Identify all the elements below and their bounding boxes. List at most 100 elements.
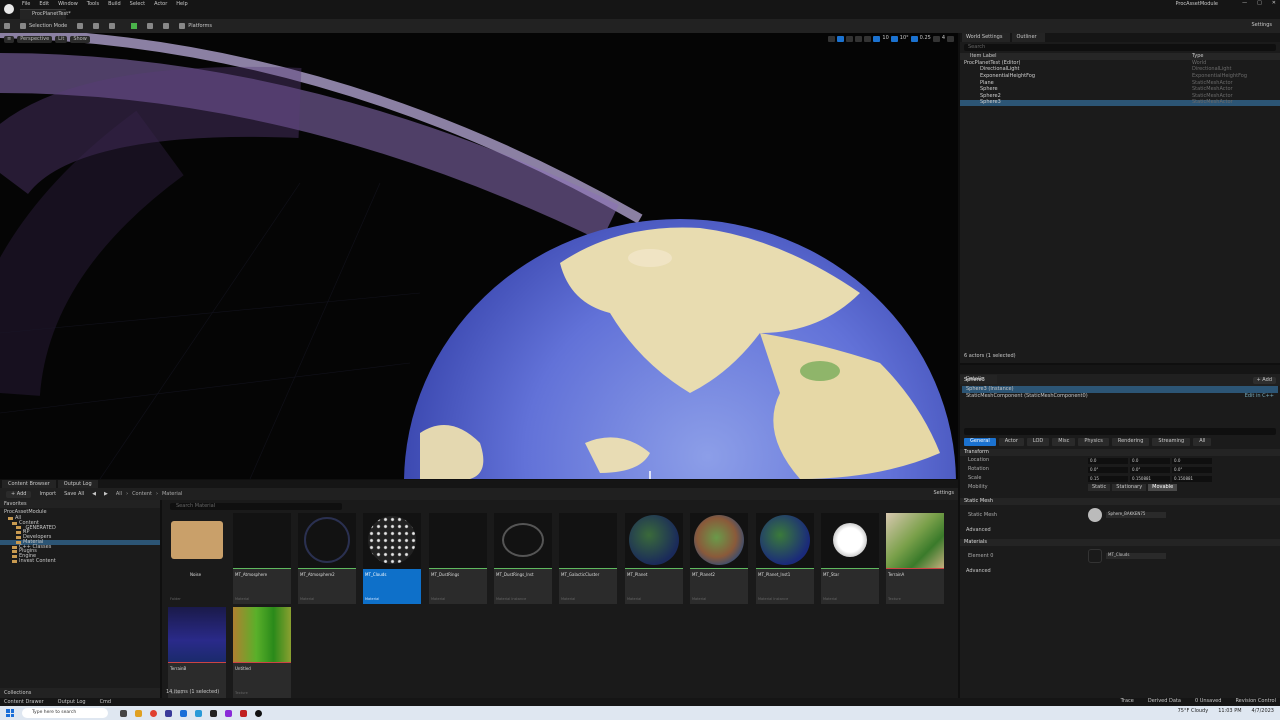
level-tab[interactable]: ProcPlanetTest*	[20, 9, 71, 19]
scale-x-field[interactable]: 0.15	[1088, 475, 1128, 482]
menu-window[interactable]: Window	[58, 2, 78, 7]
menu-actor[interactable]: Actor	[154, 2, 167, 7]
cmd-input[interactable]: Cmd	[100, 699, 112, 705]
back-icon[interactable]: ◀	[92, 491, 96, 497]
category-actor[interactable]: Actor	[998, 438, 1024, 446]
tree-item[interactable]: Invest Content	[0, 559, 160, 564]
tab-output-log[interactable]: Output Log	[57, 480, 98, 488]
outliner-row[interactable]: Sphere StaticMeshActor	[960, 86, 1280, 93]
material-dropdown[interactable]: MT_Clouds	[1106, 553, 1166, 559]
transform-gizmo-icon[interactable]	[646, 469, 674, 479]
selection-mode-dropdown[interactable]: Selection Mode	[20, 23, 67, 29]
menu-file[interactable]: File	[22, 2, 30, 7]
minimize-icon[interactable]: —	[1242, 1, 1247, 6]
toolbar-settings-button[interactable]: Settings	[1251, 23, 1272, 28]
category-streaming[interactable]: Streaming	[1152, 438, 1191, 446]
add-component-button[interactable]: + Add	[1252, 376, 1276, 384]
asset-tile[interactable]: MT_DustRings Material	[429, 513, 487, 604]
world-local-icon[interactable]	[864, 36, 872, 42]
rotation-x-field[interactable]: 0.0°	[1088, 466, 1128, 473]
outliner-search-input[interactable]: Search	[964, 44, 1276, 51]
rotation-snap-value[interactable]: 10°	[900, 36, 909, 42]
scale-snap-icon[interactable]	[910, 36, 918, 42]
details-search-input[interactable]	[964, 428, 1276, 435]
app-icon[interactable]	[255, 709, 262, 717]
actor-name[interactable]: Sphere3	[964, 377, 985, 383]
breadcrumb-material[interactable]: Material	[162, 491, 182, 497]
category-physics[interactable]: Physics	[1078, 438, 1109, 446]
edge-icon[interactable]	[180, 709, 187, 717]
component-row[interactable]: StaticMeshComponent (StaticMeshComponent…	[962, 393, 1278, 400]
add-button[interactable]: + Add	[6, 490, 32, 498]
asset-tile[interactable]: TerrainA Texture	[886, 513, 944, 604]
stop-button[interactable]	[163, 23, 170, 29]
menu-edit[interactable]: Edit	[39, 2, 49, 7]
edit-in-cpp-link[interactable]: Edit in C++	[1245, 394, 1274, 399]
asset-tile[interactable]: MT_GalacticCluster Material	[559, 513, 617, 604]
blueprint-icon[interactable]	[93, 23, 100, 29]
asset-tile[interactable]: MT_Planet_Inst1 Material Instance	[756, 513, 814, 604]
taskbar-search-input[interactable]: Type here to search	[22, 708, 108, 718]
outliner-row[interactable]: ExponentialHeightFog ExponentialHeightFog	[960, 73, 1280, 80]
category-misc[interactable]: Misc	[1052, 438, 1076, 446]
chrome-icon[interactable]	[150, 709, 157, 717]
section-transform[interactable]: Transform	[960, 449, 1280, 456]
section-materials[interactable]: Materials	[960, 539, 1280, 546]
tab-outliner[interactable]: Outliner	[1012, 33, 1045, 42]
cb-settings-button[interactable]: Settings	[933, 491, 954, 496]
grid-snap-value[interactable]: 10	[882, 36, 888, 42]
tab-world-settings[interactable]: World Settings	[962, 33, 1011, 42]
viewport-options-button[interactable]: ≡	[4, 36, 15, 43]
unreal-logo-icon[interactable]	[2, 2, 16, 16]
instance-row[interactable]: Sphere3 (Instance)	[962, 386, 1278, 393]
advanced-expander[interactable]: Advanced	[960, 525, 1280, 536]
import-button[interactable]: Import	[39, 491, 56, 497]
scale-z-field[interactable]: 0.150881	[1172, 475, 1212, 482]
camera-speed-icon[interactable]	[932, 36, 940, 42]
rotation-z-field[interactable]: 0.0°	[1172, 466, 1212, 473]
pause-button[interactable]	[147, 23, 154, 29]
asset-tile[interactable]: MT_Planet Material	[625, 513, 683, 604]
mesh-thumbnail[interactable]	[1088, 508, 1102, 522]
mobility-static[interactable]: Static	[1088, 484, 1111, 491]
section-static-mesh[interactable]: Static Mesh	[960, 498, 1280, 505]
asset-tile[interactable]: TerrainB Texture	[168, 607, 226, 698]
asset-tile-selected[interactable]: MT_Clouds Material	[363, 513, 421, 604]
category-general[interactable]: General	[964, 438, 996, 446]
tab-content-browser[interactable]: Content Browser	[2, 480, 56, 488]
mail-icon[interactable]	[195, 709, 202, 717]
cinematics-icon[interactable]	[109, 23, 116, 29]
lit-button[interactable]: Lit	[55, 36, 68, 43]
play-button[interactable]	[131, 23, 138, 29]
maximize-icon[interactable]: □	[1257, 1, 1262, 6]
static-mesh-dropdown[interactable]: Sphere_BAKKEN75	[1106, 512, 1166, 518]
save-all-button[interactable]: Save All	[64, 491, 84, 497]
close-icon[interactable]: ✕	[1272, 1, 1276, 6]
save-icon[interactable]	[4, 23, 10, 29]
content-icon[interactable]	[77, 23, 84, 29]
menu-tools[interactable]: Tools	[87, 2, 99, 7]
category-rendering[interactable]: Rendering	[1111, 438, 1150, 446]
grid-snap-icon[interactable]	[873, 36, 881, 42]
platforms-dropdown[interactable]: Platforms	[179, 23, 212, 29]
project-header[interactable]: ProcAssetModule	[0, 508, 160, 516]
unreal-task-icon[interactable]	[210, 709, 217, 717]
outliner-row-selected[interactable]: Sphere3 StaticMeshActor	[960, 99, 1280, 107]
breadcrumb-content[interactable]: Content	[132, 491, 152, 497]
advanced-expander-materials[interactable]: Advanced	[960, 566, 1280, 577]
windows-start-icon[interactable]	[6, 709, 14, 717]
task-view-icon[interactable]	[120, 709, 127, 717]
maximize-viewport-icon[interactable]	[947, 36, 954, 42]
show-button[interactable]: Show	[70, 36, 90, 43]
scale-snap-value[interactable]: 0.25	[920, 36, 931, 42]
breadcrumb-all[interactable]: All	[116, 491, 122, 497]
level-viewport[interactable]: ≡ Perspective Lit Show 10 10° 0.25 4	[0, 33, 958, 479]
unsaved-button[interactable]: 0 Unsaved	[1195, 699, 1221, 704]
category-all[interactable]: All	[1193, 438, 1212, 446]
location-x-field[interactable]: 0.0	[1088, 457, 1128, 464]
scale-y-field[interactable]: 0.150881	[1130, 475, 1170, 482]
asset-tile[interactable]: Untitled Texture	[233, 607, 291, 698]
asset-tile[interactable]: MT_DustRings_Inst Material Instance	[494, 513, 552, 604]
trace-button[interactable]: Trace	[1121, 699, 1134, 704]
camera-speed-value[interactable]: 4	[942, 36, 945, 42]
